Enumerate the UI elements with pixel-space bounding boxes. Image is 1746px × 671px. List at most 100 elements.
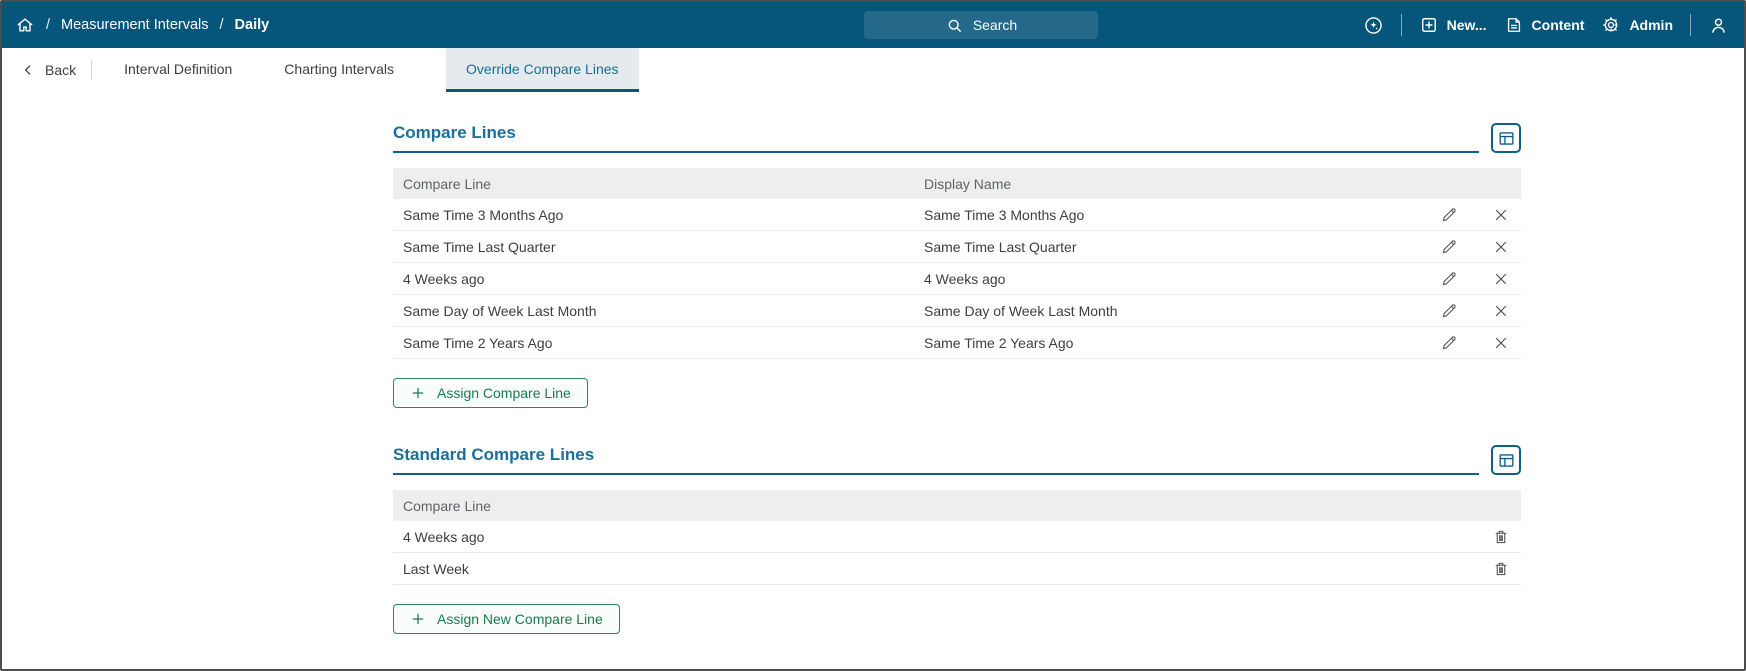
gear-icon — [1601, 15, 1621, 35]
topbar-actions: New... Content Admin — [1363, 14, 1744, 36]
topbar-divider — [1400, 14, 1402, 36]
new-button[interactable]: New... — [1419, 15, 1487, 35]
compare-lines-table: Compare Line Display Name Same Time 3 Mo… — [393, 168, 1521, 359]
remove-row-button[interactable] — [1491, 301, 1511, 321]
pencil-icon — [1440, 334, 1458, 352]
compare-line-cell: 4 Weeks ago — [403, 270, 485, 287]
search-input[interactable]: Search — [864, 11, 1098, 39]
compare-lines-table-body: Same Time 3 Months Ago Same Time 3 Month… — [393, 199, 1521, 359]
standard-compare-lines-section: Standard Compare Lines Compare Line 4 We — [393, 445, 1521, 634]
compare-lines-table-settings-button[interactable] — [1491, 123, 1521, 153]
table-row: 4 Weeks ago — [393, 521, 1521, 553]
column-header-display-name: Display Name — [924, 175, 1012, 192]
sparkle-button[interactable] — [1363, 15, 1384, 36]
column-header-compare-line: Compare Line — [403, 497, 491, 514]
edit-row-button[interactable] — [1439, 205, 1459, 225]
tab-charting-intervals[interactable]: Charting Intervals — [264, 48, 414, 92]
pencil-icon — [1440, 238, 1458, 256]
plus-icon — [410, 611, 426, 627]
remove-row-button[interactable] — [1491, 205, 1511, 225]
standard-compare-lines-table-header: Compare Line — [393, 490, 1521, 521]
admin-button[interactable]: Admin — [1601, 15, 1673, 35]
breadcrumb-separator: / — [219, 17, 224, 33]
compare-line-cell: Same Time Last Quarter — [403, 238, 556, 255]
compare-line-cell: Same Time 3 Months Ago — [403, 206, 564, 223]
table-grid-icon — [1497, 129, 1516, 148]
display-name-cell: Same Time 3 Months Ago — [924, 206, 1085, 223]
compare-lines-title: Compare Lines — [393, 123, 516, 142]
tab-bar: Back Interval Definition Charting Interv… — [2, 48, 1744, 92]
display-name-cell: 4 Weeks ago — [924, 270, 1006, 287]
standard-compare-lines-section-header: Standard Compare Lines — [393, 445, 1521, 475]
main-content: Compare Lines Compare Line Display Name — [393, 92, 1521, 634]
delete-row-button[interactable] — [1491, 527, 1511, 547]
edit-row-button[interactable] — [1439, 237, 1459, 257]
tab-override-compare-lines[interactable]: Override Compare Lines — [446, 48, 639, 92]
breadcrumb: / Measurement Intervals / Daily — [2, 15, 269, 35]
assign-compare-line-button-label: Assign Compare Line — [437, 385, 571, 401]
compare-line-cell: 4 Weeks ago — [403, 528, 485, 545]
breadcrumb-item-daily: Daily — [234, 17, 270, 33]
sparkle-icon — [1363, 15, 1384, 36]
trash-icon — [1492, 560, 1510, 578]
search-label: Search — [972, 17, 1018, 33]
user-account-button[interactable] — [1708, 15, 1729, 36]
back-button-label: Back — [45, 62, 77, 78]
display-name-cell: Same Day of Week Last Month — [924, 302, 1118, 319]
compare-lines-section: Compare Lines Compare Line Display Name — [393, 123, 1521, 408]
back-button[interactable]: Back — [16, 48, 91, 92]
admin-button-label: Admin — [1629, 17, 1673, 33]
standard-compare-lines-title: Standard Compare Lines — [393, 445, 595, 464]
close-x-icon — [1492, 334, 1510, 352]
remove-row-button[interactable] — [1491, 333, 1511, 353]
close-x-icon — [1492, 302, 1510, 320]
plus-square-icon — [1419, 15, 1439, 35]
app-window: / Measurement Intervals / Daily Search N… — [0, 0, 1746, 671]
table-row: Same Time 2 Years Ago Same Time 2 Years … — [393, 327, 1521, 359]
pencil-icon — [1440, 206, 1458, 224]
display-name-cell: Same Time 2 Years Ago — [924, 334, 1074, 351]
pencil-icon — [1440, 270, 1458, 288]
edit-row-button[interactable] — [1439, 301, 1459, 321]
plus-icon — [410, 385, 426, 401]
standard-compare-lines-table-settings-button[interactable] — [1491, 445, 1521, 475]
table-row: Same Time Last Quarter Same Time Last Qu… — [393, 231, 1521, 263]
assign-new-compare-line-button-label: Assign New Compare Line — [437, 611, 603, 627]
delete-row-button[interactable] — [1491, 559, 1511, 579]
compare-line-cell: Last Week — [403, 560, 469, 577]
tab-divider — [91, 60, 93, 80]
table-row: Last Week — [393, 553, 1521, 585]
table-row: 4 Weeks ago 4 Weeks ago — [393, 263, 1521, 295]
breadcrumb-item-measurement-intervals[interactable]: Measurement Intervals — [61, 17, 208, 33]
edit-row-button[interactable] — [1439, 269, 1459, 289]
assign-new-compare-line-button[interactable]: Assign New Compare Line — [393, 604, 620, 634]
compare-lines-table-header: Compare Line Display Name — [393, 168, 1521, 199]
home-icon[interactable] — [15, 15, 35, 35]
column-header-compare-line: Compare Line — [403, 175, 491, 192]
compare-line-cell: Same Day of Week Last Month — [403, 302, 597, 319]
topbar-divider — [1690, 14, 1691, 36]
close-x-icon — [1492, 238, 1510, 256]
compare-line-cell: Same Time 2 Years Ago — [403, 334, 553, 351]
display-name-cell: Same Time Last Quarter — [924, 238, 1077, 255]
content-button-label: Content — [1531, 17, 1585, 33]
person-icon — [1708, 15, 1729, 36]
pencil-icon — [1440, 302, 1458, 320]
content-button[interactable]: Content — [1504, 15, 1585, 35]
edit-row-button[interactable] — [1439, 333, 1459, 353]
table-row: Same Time 3 Months Ago Same Time 3 Month… — [393, 199, 1521, 231]
search-icon — [945, 16, 964, 35]
remove-row-button[interactable] — [1491, 237, 1511, 257]
document-icon — [1504, 15, 1524, 35]
standard-compare-lines-table-body: 4 Weeks ago Last Week — [393, 521, 1521, 585]
close-x-icon — [1492, 270, 1510, 288]
tab-interval-definition[interactable]: Interval Definition — [104, 48, 252, 92]
close-x-icon — [1492, 206, 1510, 224]
table-row: Same Day of Week Last Month Same Day of … — [393, 295, 1521, 327]
trash-icon — [1492, 528, 1510, 546]
compare-lines-section-header: Compare Lines — [393, 123, 1521, 153]
chevron-left-icon — [20, 62, 36, 78]
remove-row-button[interactable] — [1491, 269, 1511, 289]
breadcrumb-separator: / — [46, 17, 51, 33]
assign-compare-line-button[interactable]: Assign Compare Line — [393, 378, 588, 408]
